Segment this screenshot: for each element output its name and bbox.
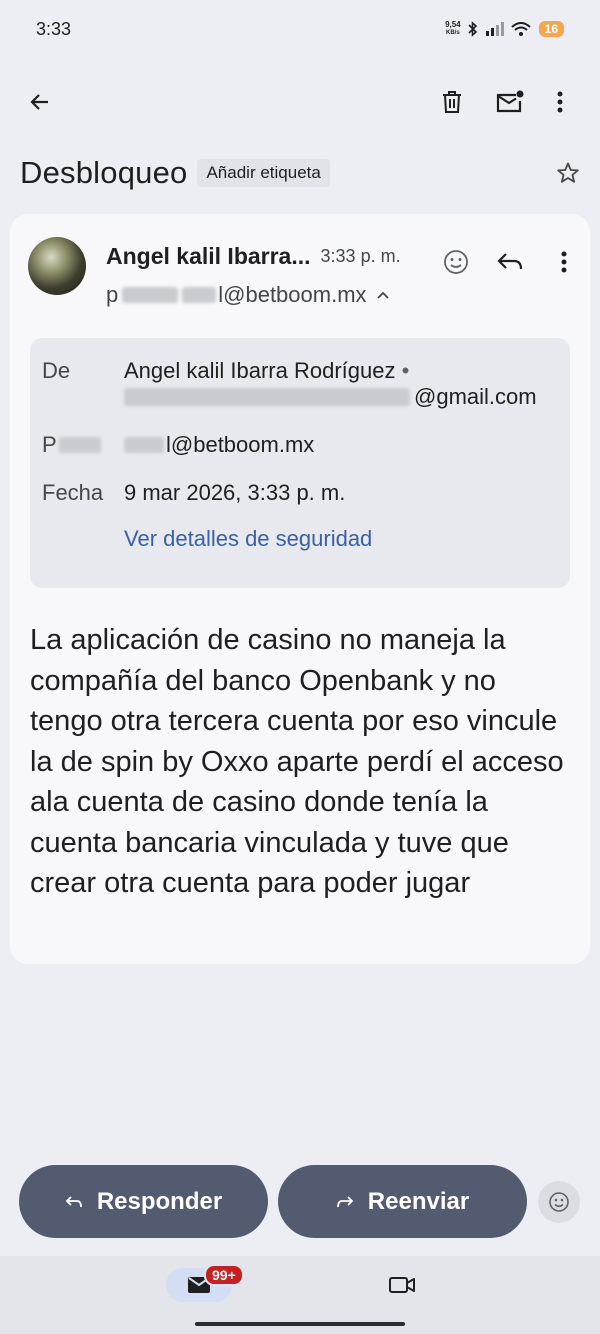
message-more-button[interactable]: [542, 240, 586, 284]
message-actions: [434, 240, 586, 284]
reply-button[interactable]: Responder: [19, 1165, 268, 1238]
back-button[interactable]: [18, 80, 62, 124]
mark-unread-button[interactable]: [488, 80, 532, 124]
video-camera-icon: [389, 1277, 415, 1293]
message-time: 3:33 p. m.: [320, 245, 401, 266]
react-emoji-button[interactable]: [538, 1180, 580, 1223]
status-bar: 3:33 9,54 KB/s 16: [0, 0, 600, 58]
top-app-bar: [0, 72, 600, 132]
bluetooth-icon: [468, 21, 477, 37]
add-reaction-button[interactable]: [434, 240, 478, 284]
security-details-link[interactable]: Ver detalles de seguridad: [124, 526, 372, 552]
forward-icon: [336, 1195, 354, 1207]
home-indicator[interactable]: [195, 1322, 405, 1326]
emoji-icon: [549, 1191, 569, 1212]
wifi-icon: [510, 22, 531, 36]
arrow-back-icon: [30, 94, 48, 110]
delete-button[interactable]: [430, 80, 474, 124]
to-label-start: P: [42, 432, 57, 457]
to-label: P: [42, 432, 101, 458]
forward-button[interactable]: Reenviar: [278, 1165, 527, 1238]
avatar[interactable]: [28, 237, 86, 295]
battery-indicator: 16: [538, 21, 564, 37]
recipient-start: p: [106, 282, 119, 307]
emoji-icon: [444, 250, 468, 274]
star-button[interactable]: [546, 151, 590, 195]
more-vert-icon: [561, 251, 567, 273]
redacted-block: [182, 287, 217, 303]
more-options-button[interactable]: [538, 80, 582, 124]
clock: 3:33: [36, 18, 72, 39]
subject-title: Desbloqueo: [20, 155, 188, 190]
reply-icon-button[interactable]: [488, 240, 532, 284]
message-details: De Angel kalil Ibarra Rodríguez • @gmail…: [30, 338, 570, 588]
reply-icon: [65, 1195, 82, 1207]
from-email-domain: @gmail.com: [414, 384, 537, 409]
to-value-text: l@betboom.mx: [166, 432, 315, 457]
signal-icon: [485, 22, 504, 36]
redacted-block: [124, 388, 410, 406]
network-speed: 9,54 KB/s: [445, 21, 461, 37]
message-body: La aplicación de casino no maneja la com…: [30, 624, 564, 899]
forward-label: Reenviar: [367, 1187, 470, 1215]
chevron-up-icon: [376, 291, 389, 299]
redacted-block: [124, 437, 164, 453]
message-card: Angel kalil Ibarra... 3:33 p. m. p l @be…: [10, 214, 590, 964]
bottom-actions: Responder Reenviar: [19, 1165, 589, 1238]
mail-unread-icon: [496, 90, 524, 113]
add-label-chip[interactable]: Añadir etiqueta: [197, 159, 330, 187]
sender-name[interactable]: Angel kalil Ibarra...: [106, 243, 311, 270]
recipient-summary[interactable]: p l @betboom.mx: [106, 282, 391, 308]
network-speed-unit: KB/s: [446, 30, 460, 36]
sender-row: Angel kalil Ibarra... 3:33 p. m.: [106, 238, 401, 274]
reply-icon: [497, 253, 523, 270]
network-speed-value: 9,54: [445, 20, 461, 29]
more-vert-icon: [557, 91, 563, 113]
recipient-domain: @betboom.mx: [223, 282, 367, 307]
date-label: Fecha: [42, 480, 104, 505]
star-icon: [557, 162, 579, 183]
nav-meet-tab[interactable]: [380, 1268, 424, 1302]
reply-label: Responder: [96, 1187, 223, 1215]
redacted-block: [58, 437, 101, 453]
redacted-block: [122, 287, 179, 303]
from-name-text: Angel kalil Ibarra Rodríguez: [124, 358, 396, 383]
status-icons: 9,54 KB/s 16: [445, 21, 564, 37]
from-label: De: [42, 358, 71, 383]
subject-row: Desbloqueo Añadir etiqueta: [20, 150, 590, 196]
to-value: l@betboom.mx: [124, 432, 314, 458]
from-email: @gmail.com: [124, 384, 537, 410]
unread-badge: 99+: [204, 1264, 244, 1286]
from-name: Angel kalil Ibarra Rodríguez •: [124, 358, 410, 383]
date-value: 9 mar 2026, 3:33 p. m.: [124, 480, 346, 505]
trash-icon: [443, 91, 461, 113]
